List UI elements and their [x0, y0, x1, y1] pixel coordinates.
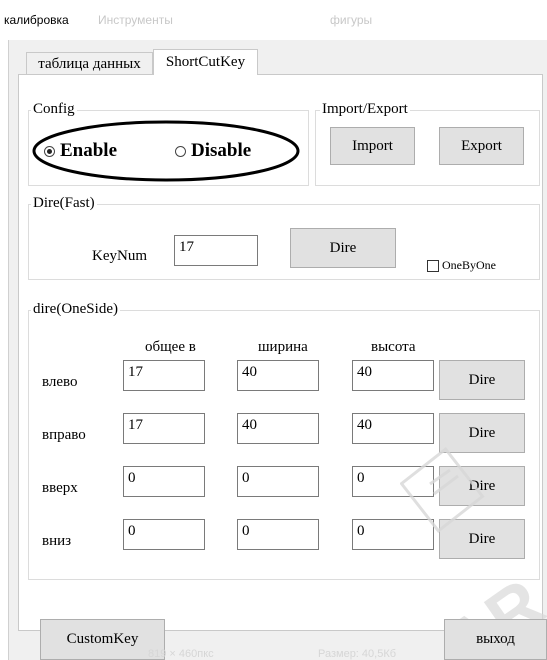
background-file-size-text: Размер: 40,5Кб: [318, 648, 397, 660]
row-value-field[interactable]: 17: [123, 413, 205, 444]
row-value-field[interactable]: 0: [237, 466, 319, 497]
row-value-field[interactable]: 0: [123, 519, 205, 550]
import-export-label: Import/Export: [320, 101, 410, 118]
onebyone-label: OneByOne: [442, 258, 496, 272]
window-title: калибровка: [4, 13, 69, 27]
tab-data-table[interactable]: таблица данных: [26, 52, 153, 74]
row-value-field[interactable]: 0: [237, 519, 319, 550]
background-menu-text: Инструменты: [98, 13, 173, 27]
dire-fast-label: Dire(Fast): [31, 195, 97, 212]
annotation-ellipse: [32, 120, 300, 182]
customkey-button[interactable]: CustomKey: [40, 619, 165, 660]
tab-shortcutkey[interactable]: ShortCutKey: [153, 49, 258, 75]
row-label: влево: [42, 374, 78, 390]
export-button[interactable]: Export: [439, 127, 524, 165]
import-button[interactable]: Import: [330, 127, 415, 165]
row-value-field[interactable]: 40: [237, 413, 319, 444]
column-header: общее в: [145, 339, 196, 355]
title-bar: [0, 0, 547, 40]
checkbox-icon: [427, 260, 439, 273]
row-value-field[interactable]: 0: [123, 466, 205, 497]
background-size-text: 819 × 460пкс: [148, 648, 214, 660]
column-header: ширина: [258, 339, 308, 355]
onebyone-checkbox[interactable]: OneByOne: [427, 258, 496, 273]
background-menu-text: фигуры: [330, 13, 373, 27]
row-value-field[interactable]: 40: [237, 360, 319, 391]
keynum-label: KeyNum: [92, 248, 147, 264]
config-group-label: Config: [31, 101, 77, 118]
dire-oneside-label: dire(OneSide): [31, 301, 120, 318]
exit-button[interactable]: выход: [444, 619, 547, 660]
column-header: высота: [371, 339, 416, 355]
row-label: вниз: [42, 533, 72, 549]
keynum-field[interactable]: 17: [174, 235, 258, 266]
row-value-field[interactable]: 17: [123, 360, 205, 391]
dire-fast-button[interactable]: Dire: [290, 228, 396, 268]
row-label: вправо: [42, 427, 86, 443]
row-label: вверх: [42, 480, 78, 496]
row-value-field[interactable]: 40: [352, 360, 434, 391]
dire-row-button[interactable]: Dire: [439, 360, 525, 400]
